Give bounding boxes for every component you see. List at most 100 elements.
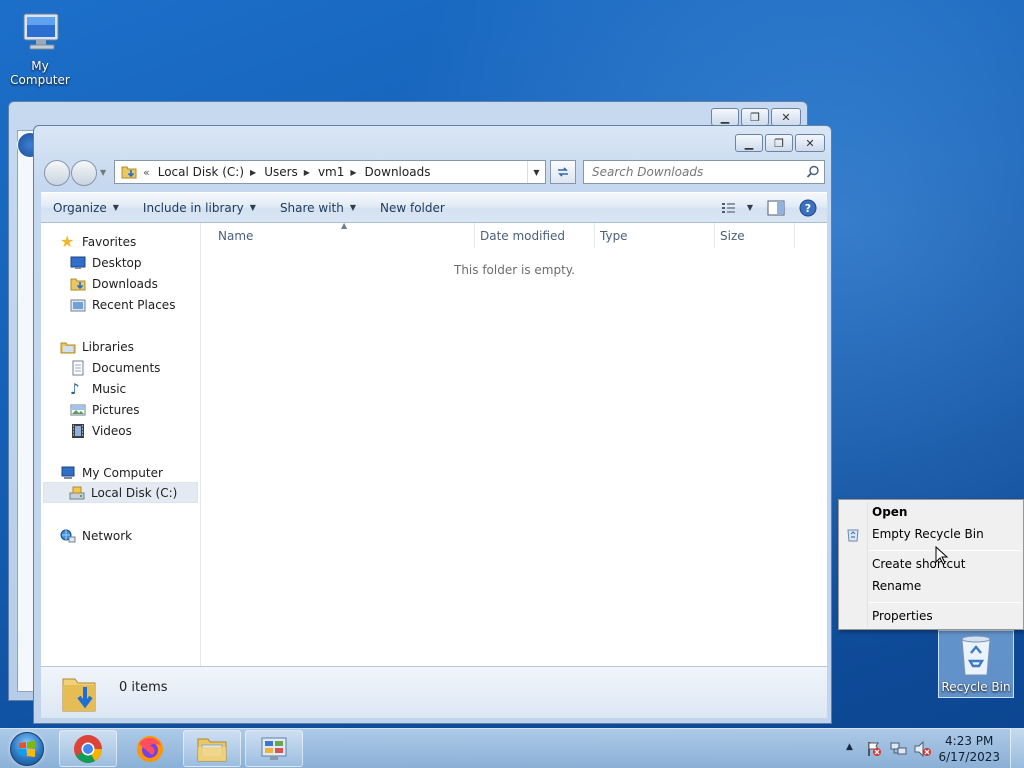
pictures-icon — [70, 404, 86, 415]
minimize-icon: ▁ — [720, 110, 730, 124]
refresh-icon — [558, 167, 568, 177]
taskbar: ▲ 4:23 PM 6/17/2023 — [0, 728, 1024, 768]
address-history-dropdown-icon[interactable]: ▼ — [527, 161, 545, 183]
menu-item-empty-recycle-bin[interactable]: Empty Recycle Bin — [872, 527, 984, 541]
close-icon: ✕ — [781, 110, 791, 124]
nav-my-computer[interactable]: My Computer — [60, 462, 163, 483]
share-with-label: Share with — [279, 200, 344, 215]
breadcrumb-users[interactable]: Users — [264, 165, 298, 179]
chevron-right-icon[interactable]: ▶ — [304, 168, 310, 177]
start-button[interactable] — [4, 730, 50, 768]
breadcrumb-local-disk[interactable]: Local Disk (C:) — [158, 165, 244, 179]
network-status-icon[interactable] — [890, 741, 908, 757]
recent-places-icon — [70, 299, 86, 311]
organize-menu[interactable]: Organize ▼ — [41, 193, 131, 222]
minimize-icon: ▁ — [744, 136, 754, 150]
action-center-icon[interactable] — [866, 741, 882, 757]
column-separator[interactable] — [794, 223, 795, 248]
firefox-icon — [137, 735, 163, 762]
command-bar: Organize ▼ Include in library ▼ Share wi… — [41, 192, 827, 223]
help-icon[interactable]: ? — [799, 199, 817, 217]
desktop-icon-my-computer[interactable]: My Computer — [0, 8, 80, 87]
nav-recent-places[interactable]: Recent Places — [70, 294, 175, 315]
nav-libraries[interactable]: Libraries — [60, 336, 134, 357]
search-placeholder: Search Downloads — [592, 165, 704, 179]
column-name-label: Name — [218, 228, 254, 243]
navigation-bar: ▼ « Local Disk (C:) ▶ Users ▶ vm1 ▶ Down… — [42, 159, 825, 186]
chevron-right-icon[interactable]: ▶ — [250, 168, 256, 177]
taskbar-firefox[interactable] — [121, 730, 179, 767]
svg-text:?: ? — [805, 202, 811, 215]
search-icon[interactable] — [806, 165, 820, 179]
minimize-button[interactable]: ▁ — [735, 134, 763, 152]
taskbar-control-panel[interactable] — [245, 730, 303, 767]
dropdown-arrow-icon: ▼ — [746, 203, 753, 212]
nav-videos[interactable]: Videos — [70, 420, 132, 441]
content-area: ★ Favorites Desktop Downloads Recent Pla… — [41, 221, 827, 666]
recent-pages-dropdown-icon[interactable]: ▼ — [100, 168, 106, 177]
desktop-icon — [70, 256, 86, 269]
breadcrumb-downloads[interactable]: Downloads — [365, 165, 431, 179]
column-header-date-modified[interactable]: Date modified — [464, 223, 594, 248]
taskbar-chrome[interactable] — [59, 730, 117, 767]
nav-documents[interactable]: Documents — [70, 357, 160, 378]
details-pane: 0 items — [41, 666, 827, 718]
back-button[interactable] — [44, 160, 70, 186]
address-bar[interactable]: « Local Disk (C:) ▶ Users ▶ vm1 ▶ Downlo… — [114, 160, 546, 184]
include-in-library-menu[interactable]: Include in library ▼ — [131, 193, 268, 222]
clock[interactable]: 4:23 PM 6/17/2023 — [938, 733, 1000, 765]
maximize-button[interactable]: ❐ — [741, 108, 769, 126]
taskbar-windows-explorer[interactable] — [183, 730, 241, 767]
show-hidden-icons-button[interactable]: ▲ — [846, 742, 853, 752]
volume-muted-icon[interactable] — [914, 741, 932, 757]
computer-icon — [23, 13, 59, 50]
nav-music[interactable]: ♪ Music — [70, 378, 126, 399]
chevron-right-icon[interactable]: ▶ — [350, 168, 356, 177]
desktop-icon-recycle-bin[interactable]: Recycle Bin — [938, 630, 1014, 698]
maximize-button[interactable]: ❐ — [765, 134, 793, 152]
nav-pictures-label: Pictures — [92, 402, 140, 417]
menu-item-open[interactable]: Open — [872, 505, 907, 519]
nav-downloads[interactable]: Downloads — [70, 273, 158, 294]
nav-desktop[interactable]: Desktop — [70, 252, 142, 273]
column-header-size[interactable]: Size — [704, 223, 794, 248]
new-folder-button[interactable]: New folder — [368, 193, 457, 222]
column-header-name[interactable]: Name — [202, 223, 474, 248]
nav-favorites[interactable]: ★ Favorites — [60, 231, 136, 252]
preview-pane-icon[interactable] — [767, 200, 785, 216]
breadcrumb-overflow[interactable]: « — [143, 166, 150, 179]
close-button[interactable]: ✕ — [771, 108, 801, 126]
nav-pictures[interactable]: Pictures — [70, 399, 140, 420]
nav-network[interactable]: Network — [60, 525, 132, 546]
nav-desktop-label: Desktop — [92, 255, 142, 270]
desktop-icon-label: My Computer — [10, 59, 70, 87]
menu-item-create-shortcut[interactable]: Create shortcut — [872, 557, 965, 571]
recycle-bin-icon — [961, 635, 991, 676]
menu-item-rename[interactable]: Rename — [872, 579, 921, 593]
explorer-window[interactable]: ▁ ❐ ✕ ▼ « Local Disk (C:) ▶ Users ▶ vm1 … — [33, 125, 832, 724]
column-header-type[interactable]: Type — [584, 223, 714, 248]
navigation-pane: ★ Favorites Desktop Downloads Recent Pla… — [41, 223, 201, 666]
change-view-button[interactable]: ▼ — [721, 201, 753, 215]
dropdown-arrow-icon: ▼ — [112, 203, 119, 212]
minimize-button[interactable]: ▁ — [711, 108, 739, 126]
search-box[interactable]: Search Downloads — [583, 160, 825, 184]
videos-icon — [72, 423, 84, 438]
nav-music-label: Music — [92, 381, 127, 396]
close-button[interactable]: ✕ — [795, 134, 825, 152]
downloads-icon — [70, 278, 86, 290]
mouse-cursor-icon — [935, 546, 949, 565]
forward-button[interactable] — [71, 160, 97, 186]
menu-item-properties[interactable]: Properties — [872, 609, 933, 623]
control-panel-icon — [261, 737, 287, 760]
share-with-menu[interactable]: Share with ▼ — [268, 193, 368, 222]
show-desktop-button[interactable] — [1010, 729, 1024, 768]
refresh-button[interactable] — [550, 160, 576, 184]
clock-date: 6/17/2023 — [938, 750, 1000, 764]
nav-documents-label: Documents — [92, 360, 161, 375]
breadcrumb-vm1[interactable]: vm1 — [318, 165, 344, 179]
organize-label: Organize — [53, 200, 107, 215]
nav-local-disk[interactable]: Local Disk (C:) — [43, 482, 198, 503]
windows-logo-icon — [10, 732, 44, 766]
file-list[interactable]: ▲ Name Date modified Type Size This fold… — [202, 221, 827, 666]
